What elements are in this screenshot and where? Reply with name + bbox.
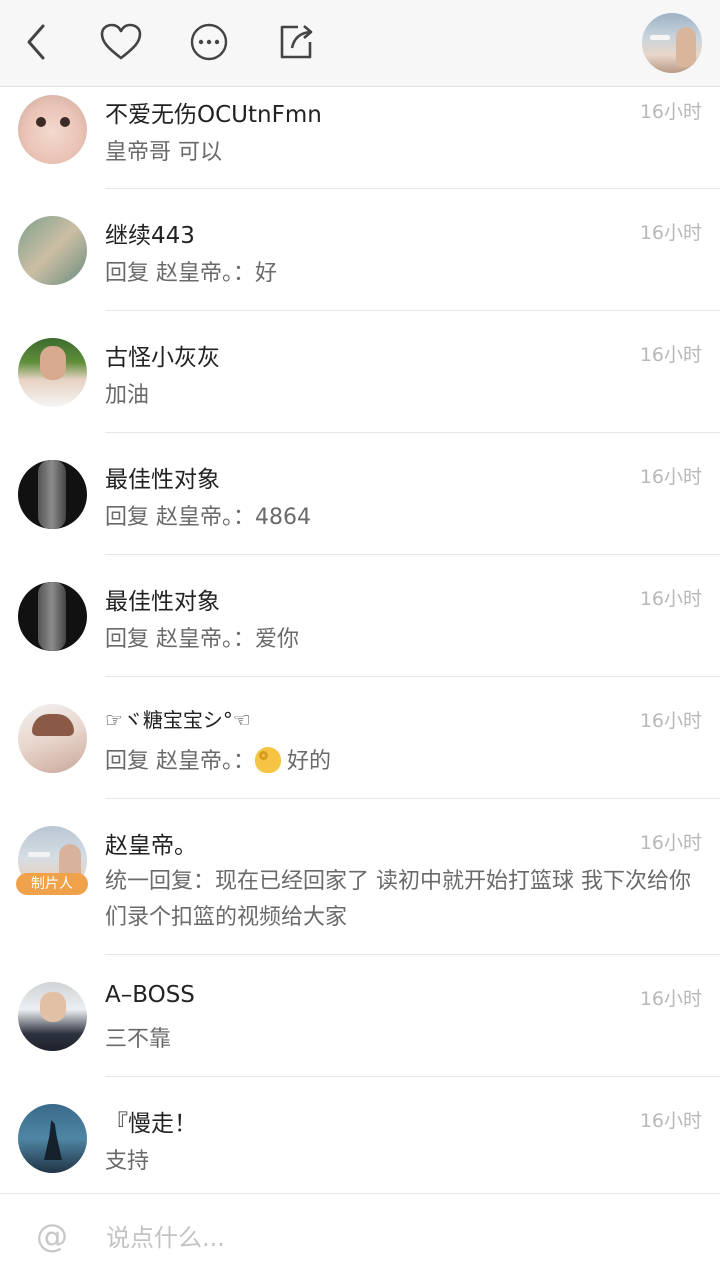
- comment-text: 三不靠: [105, 1027, 172, 1052]
- comment-item[interactable]: A–BOSS 16小时 三不靠: [0, 955, 720, 1077]
- comment-text: 皇帝哥 可以: [105, 140, 222, 165]
- comment-time: 16小时: [639, 466, 702, 488]
- comment-input-bar: @: [0, 1193, 720, 1280]
- avatar[interactable]: [18, 982, 87, 1051]
- comment-item[interactable]: ☞ヾ糖宝宝シ°☜ 16小时 回复 赵皇帝。： 好的: [0, 677, 720, 799]
- comment-list: 不爱无伤OCUtnFmn 16小时 皇帝哥 可以 继续443 16小时 回复 赵…: [0, 87, 720, 1193]
- comment-time: 16小时: [639, 832, 702, 854]
- comment-text: 回复 赵皇帝。：4864: [105, 505, 311, 530]
- comment-author[interactable]: ☞ヾ糖宝宝シ°☜: [105, 704, 251, 733]
- reply-suffix: 好的: [287, 749, 332, 774]
- comment-item[interactable]: 最佳性对象 16小时 回复 赵皇帝。：爱你: [0, 555, 720, 677]
- at-mention-icon[interactable]: @: [34, 1218, 70, 1254]
- comment-input[interactable]: [104, 1212, 698, 1264]
- comment-author[interactable]: 最佳性对象: [105, 460, 220, 494]
- comment-text: 回复 赵皇帝。：好: [105, 261, 277, 286]
- avatar[interactable]: [18, 338, 87, 407]
- avatar[interactable]: [18, 95, 87, 164]
- avatar[interactable]: [18, 1104, 87, 1173]
- comment-text: 回复 赵皇帝。： 好的: [105, 744, 702, 780]
- comment-author[interactable]: 『慢走！: [105, 1104, 197, 1138]
- back-icon[interactable]: [14, 20, 58, 64]
- producer-badge: 制片人: [16, 873, 88, 895]
- comment-author[interactable]: 最佳性对象: [105, 582, 220, 616]
- comment-item[interactable]: 最佳性对象 16小时 回复 赵皇帝。：4864: [0, 433, 720, 555]
- comment-text: 统一回复：现在已经回家了 读初中就开始打篮球 我下次给你们录个扣篮的视频给大家: [105, 869, 691, 930]
- avatar[interactable]: [18, 216, 87, 285]
- comment-author[interactable]: 继续443: [105, 216, 195, 250]
- avatar[interactable]: [18, 582, 87, 651]
- comment-time: 16小时: [639, 101, 702, 123]
- user-avatar[interactable]: [642, 13, 702, 73]
- comment-item[interactable]: 不爱无伤OCUtnFmn 16小时 皇帝哥 可以: [0, 87, 720, 189]
- comment-item[interactable]: 古怪小灰灰 16小时 加油: [0, 311, 720, 433]
- comment-time: 16小时: [639, 344, 702, 366]
- comment-author[interactable]: 古怪小灰灰: [105, 338, 220, 372]
- avatar[interactable]: [18, 460, 87, 529]
- reply-prefix: 回复 赵皇帝。：: [105, 749, 255, 774]
- comment-text: 回复 赵皇帝。：爱你: [105, 627, 299, 652]
- more-dots-icon[interactable]: [187, 20, 231, 64]
- comment-text: 支持: [105, 1149, 150, 1174]
- comment-item[interactable]: 继续443 16小时 回复 赵皇帝。：好: [0, 189, 720, 311]
- comment-text: 加油: [105, 383, 150, 408]
- comment-author[interactable]: 赵皇帝。: [105, 826, 197, 860]
- comment-time: 16小时: [639, 588, 702, 610]
- comment-time: 16小时: [639, 710, 702, 732]
- comment-item[interactable]: 制片人 赵皇帝。 16小时 统一回复：现在已经回家了 读初中就开始打篮球 我下次…: [0, 799, 720, 955]
- heart-icon[interactable]: [99, 20, 143, 64]
- share-icon[interactable]: [274, 20, 318, 64]
- ok-hand-emoji-icon: [255, 747, 281, 773]
- comment-author[interactable]: A–BOSS: [105, 982, 195, 1008]
- comment-time: 16小时: [639, 1110, 702, 1132]
- comment-time: 16小时: [639, 222, 702, 244]
- avatar[interactable]: [18, 704, 87, 773]
- comment-author[interactable]: 不爱无伤OCUtnFmn: [105, 95, 322, 129]
- comment-time: 16小时: [639, 988, 702, 1010]
- comment-item[interactable]: 『慢走！ 16小时 支持: [0, 1077, 720, 1193]
- top-bar: [0, 0, 720, 87]
